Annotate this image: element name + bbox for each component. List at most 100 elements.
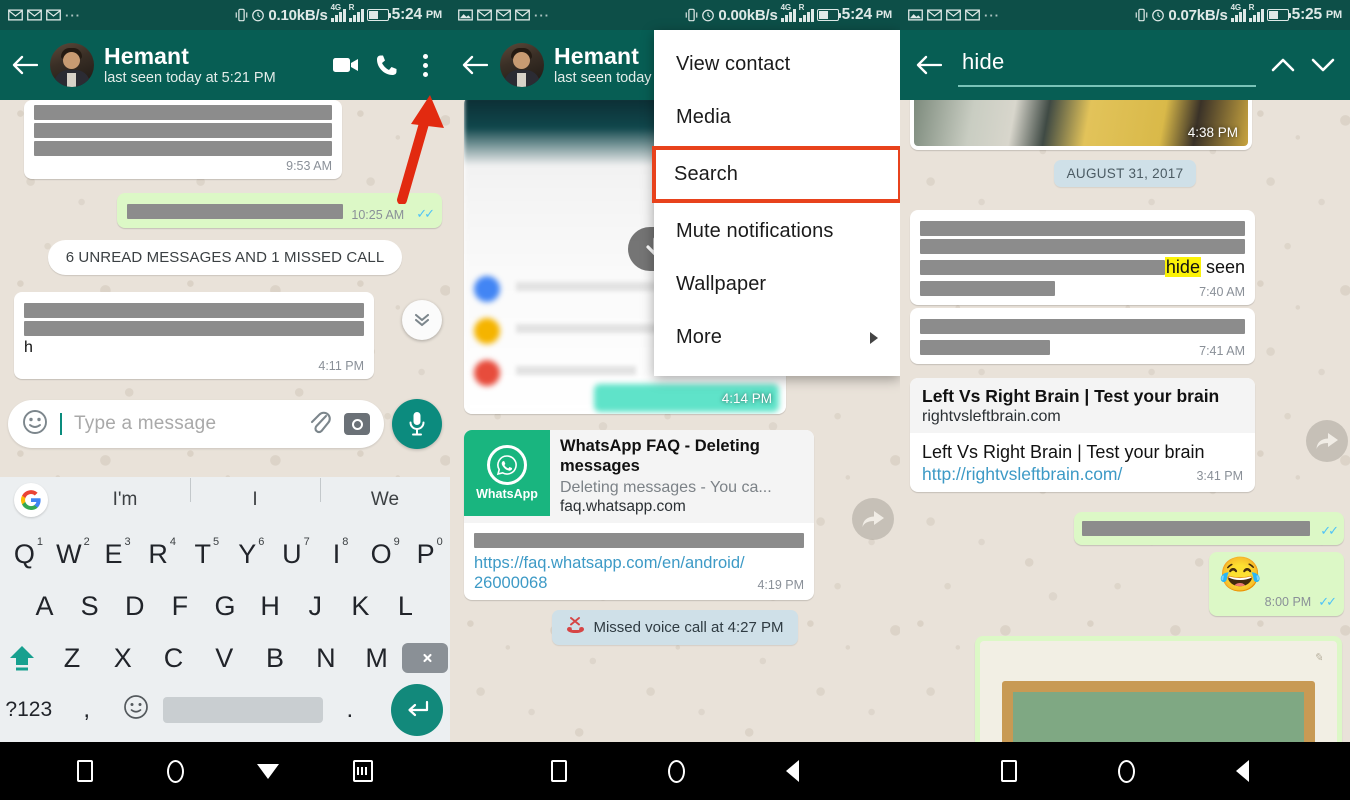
backspace-key[interactable] — [401, 643, 448, 673]
scroll-to-bottom-icon[interactable] — [402, 300, 442, 340]
nav-home-button[interactable] — [667, 759, 685, 783]
emoji-message-bubble[interactable]: 😂 8:00 PM ✓✓ — [1209, 552, 1344, 616]
network-type-label: 4G — [330, 2, 341, 12]
nav-keyboard-switch-icon[interactable] — [353, 760, 374, 782]
signal-bars-sim2: R — [798, 3, 814, 22]
key-I[interactable]: I8 — [314, 536, 359, 570]
status-system-icons: 0.07kB/s 4G R 5:25 PM — [1135, 2, 1342, 24]
key-R[interactable]: R4 — [136, 536, 181, 570]
gmail-icon — [46, 9, 61, 21]
link-url[interactable]: http://rightvsleftbrain.com/ — [922, 464, 1122, 486]
key-M[interactable]: M — [351, 643, 402, 674]
nav-recents-button[interactable] — [1000, 760, 1017, 782]
image-message-bubble[interactable]: 4:38 PM — [910, 100, 1252, 150]
message-bubble-outgoing[interactable]: ✓✓ — [1074, 512, 1344, 545]
suggestion-0[interactable]: I'm — [60, 489, 190, 511]
roaming-label: R — [348, 2, 355, 12]
message-bubble-incoming[interactable]: 9:53 AM — [24, 100, 342, 179]
key-U[interactable]: U7 — [270, 536, 315, 570]
menu-item-mute-notifications[interactable]: Mute notifications — [654, 205, 900, 258]
comma-key[interactable]: , — [64, 696, 109, 724]
status-bar: ··· 0.07kB/s 4G R 5:25 PM — [900, 0, 1350, 30]
camera-icon[interactable] — [344, 413, 370, 435]
suggestion-1[interactable]: I — [190, 478, 320, 511]
key-O[interactable]: O9 — [359, 536, 404, 570]
key-J[interactable]: J — [293, 591, 338, 622]
menu-item-more[interactable]: More — [654, 311, 900, 364]
clock-ampm: PM — [875, 9, 892, 21]
message-text-fragment: h — [24, 339, 33, 356]
key-Q[interactable]: Q1 — [2, 536, 47, 570]
suggestion-2[interactable]: We — [320, 478, 450, 511]
key-T[interactable]: T5 — [180, 536, 225, 570]
enter-key[interactable] — [377, 684, 450, 736]
google-logo-icon[interactable] — [14, 483, 48, 517]
key-Z[interactable]: Z — [47, 643, 98, 674]
nav-recents-button[interactable] — [550, 760, 567, 782]
key-A[interactable]: A — [22, 591, 67, 622]
phone-call-icon[interactable] — [376, 54, 398, 77]
forward-arrow-icon[interactable] — [1306, 420, 1348, 462]
key-G[interactable]: G — [202, 591, 247, 622]
key-P[interactable]: P0 — [403, 536, 448, 570]
search-result-bubble[interactable]: hide seen 7:40 AM — [910, 210, 1255, 305]
nav-home-button[interactable] — [166, 759, 184, 783]
key-X[interactable]: X — [97, 643, 148, 674]
numeric-key[interactable]: ?123 — [0, 698, 64, 722]
back-arrow-icon[interactable] — [914, 50, 944, 80]
menu-item-search[interactable]: Search — [652, 146, 900, 203]
key-B[interactable]: B — [250, 643, 301, 674]
emoji-content: 😂 — [1219, 556, 1262, 594]
nav-home-button[interactable] — [1117, 759, 1135, 783]
shift-key[interactable] — [2, 644, 47, 672]
key-V[interactable]: V — [199, 643, 250, 674]
key-S[interactable]: S — [67, 591, 112, 622]
message-bubble-incoming[interactable]: h 4:11 PM — [14, 292, 374, 379]
link-url[interactable]: https://faq.whatsapp.com/en/android/2600… — [474, 553, 751, 594]
key-Y[interactable]: Y6 — [225, 536, 270, 570]
spacebar-key[interactable] — [162, 697, 324, 723]
nav-back-button[interactable] — [786, 760, 800, 782]
period-key[interactable]: . — [323, 696, 377, 724]
paperclip-icon[interactable] — [308, 409, 332, 440]
key-N[interactable]: N — [300, 643, 351, 674]
menu-item-media[interactable]: Media — [654, 91, 900, 144]
avatar[interactable] — [50, 43, 94, 87]
search-input[interactable]: hide — [958, 43, 1256, 87]
back-arrow-icon[interactable] — [10, 50, 40, 80]
contact-header[interactable]: Hemant last seen today at 5:21 PM — [104, 43, 322, 86]
emoji-key[interactable] — [109, 694, 163, 727]
clock-label: 5:25 — [1291, 6, 1322, 23]
message-bubble-outgoing[interactable]: 10:25 AM ✓✓ — [117, 193, 442, 228]
chevron-up-icon[interactable] — [1270, 56, 1296, 74]
message-input-container[interactable]: Type a message — [8, 400, 384, 448]
network-type-label: 4G — [1230, 2, 1241, 12]
back-arrow-icon[interactable] — [460, 50, 490, 80]
key-F[interactable]: F — [157, 591, 202, 622]
message-bubble-incoming[interactable]: 7:41 AM — [910, 308, 1255, 364]
key-W[interactable]: W2 — [47, 536, 92, 570]
chevron-down-icon[interactable] — [1310, 56, 1336, 74]
key-H[interactable]: H — [248, 591, 293, 622]
overflow-menu-icon[interactable] — [414, 50, 436, 80]
key-L[interactable]: L — [383, 591, 428, 622]
signal-bars-sim1: 4G — [780, 3, 796, 22]
forward-arrow-icon[interactable] — [852, 498, 894, 540]
video-call-icon[interactable] — [332, 55, 360, 75]
key-K[interactable]: K — [338, 591, 383, 622]
avatar[interactable] — [500, 43, 544, 87]
key-D[interactable]: D — [112, 591, 157, 622]
microphone-icon[interactable] — [392, 399, 442, 449]
key-C[interactable]: C — [148, 643, 199, 674]
menu-item-wallpaper[interactable]: Wallpaper — [654, 258, 900, 311]
nav-hide-keyboard-button[interactable] — [257, 763, 280, 779]
clock-label: 5:24 — [841, 6, 872, 23]
missed-call-pill[interactable]: Missed voice call at 4:27 PM — [552, 610, 798, 645]
nav-back-button[interactable] — [1236, 760, 1250, 782]
emoji-icon[interactable] — [22, 409, 48, 440]
link-preview-message[interactable]: WhatsApp WhatsApp FAQ - Deleting message… — [464, 430, 814, 600]
link-preview-message[interactable]: Left Vs Right Brain | Test your brain ri… — [910, 378, 1255, 493]
key-E[interactable]: E3 — [91, 536, 136, 570]
nav-recents-button[interactable] — [76, 760, 93, 782]
menu-item-view-contact[interactable]: View contact — [654, 38, 900, 91]
